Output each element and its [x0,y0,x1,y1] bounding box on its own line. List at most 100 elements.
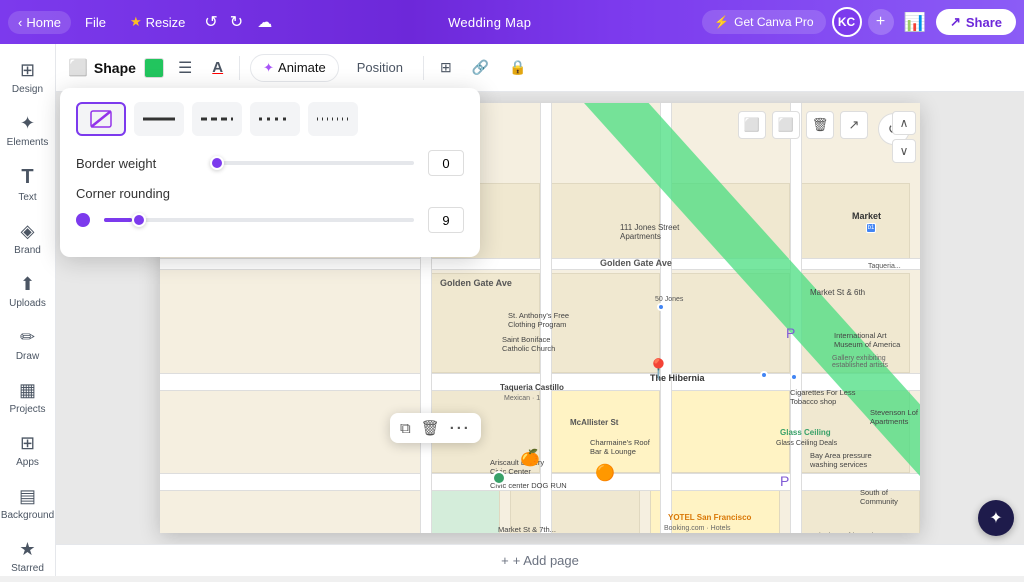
lock-icon-button[interactable]: 🔒 [503,55,532,80]
sidebar-item-apps[interactable]: ⊞ Apps [4,425,52,476]
sidebar-item-elements[interactable]: ✦ Elements [4,105,52,156]
elements-icon: ✦ [20,113,35,134]
sidebar-item-projects[interactable]: ▦ Projects [4,372,52,423]
map-label-market: Market [852,211,881,221]
map-label: Taqueria... [868,263,901,270]
scroll-down-button[interactable]: ∨ [892,139,916,163]
chevron-left-icon: ‹ [18,15,22,30]
border-style-none[interactable] [76,102,126,136]
border-style-solid[interactable] [134,102,184,136]
scroll-handle-button[interactable]: ✦ [978,500,1014,536]
sidebar-item-design[interactable]: ⊞ Design [4,52,52,103]
left-sidebar: ⊞ Design ✦ Elements T Text ◈ Brand ⬆ Upl… [0,44,56,576]
position-button[interactable]: Position [347,55,413,80]
map-label: Booking.com · Hotels [664,525,731,532]
map-label: Stevenson LofApartments [870,408,918,426]
link-icon-button[interactable]: 🔗 [466,55,495,80]
map-pin-orange: 🍊 [520,448,540,468]
map-label: Glass Ceiling [780,428,831,437]
sidebar-item-label: Text [18,192,36,203]
resize-button[interactable]: ★ Resize [120,10,195,34]
sidebar-item-label: Draw [16,351,39,362]
map-ctrl-3[interactable]: 🗑 [806,111,834,139]
map-label: Alaska RefrigerationAir Conditioning [814,531,882,533]
border-weight-thumb[interactable] [210,156,224,170]
scroll-controls: ∧ ∨ [892,111,916,163]
grid-icon-button[interactable]: ⊞ [434,55,458,80]
get-canva-button[interactable]: ⚡ Get Canva Pro [702,10,825,34]
corner-rounding-thumb[interactable] [132,213,146,227]
fill-color-swatch[interactable] [144,58,164,78]
draw-icon: ✏ [20,327,35,348]
duplicate-icon[interactable]: ⧉ [400,420,411,437]
undo-button[interactable]: ↺ [199,8,222,36]
sidebar-item-background[interactable]: ▤ Background [4,478,52,529]
add-collaborator-button[interactable]: + [868,9,894,35]
nav-right-group: ⚡ Get Canva Pro KC + 📊 ↗ Share [702,7,1016,37]
border-style-dotted2[interactable] [308,102,358,136]
map-block [550,383,660,473]
map-label: International ArtMuseum of America [834,331,900,349]
redo-button[interactable]: ↻ [225,8,248,36]
lines-icon-button[interactable]: ☰ [172,54,198,82]
map-ctrl-4[interactable]: ↗ [840,111,868,139]
sidebar-item-starred[interactable]: ★ Starred [4,531,52,582]
delete-icon[interactable]: 🗑 [421,419,440,437]
map-label: Charmaine's RoofBar & Lounge [590,438,650,456]
add-page-bar[interactable]: + + Add page [56,544,1024,576]
brand-icon: ◈ [21,221,35,242]
animate-button[interactable]: ✦ Animate [250,54,339,82]
corner-rounding-track[interactable] [104,218,414,222]
dashed-line-icon [201,117,233,121]
starred-icon: ★ [19,539,35,560]
sidebar-item-label: Design [12,84,43,95]
map-label: Mexican · 1 [504,395,540,402]
secondary-toolbar: ⬜ Shape ☰ A ✦ Animate Position ⊞ 🔗 🔒 [56,44,1024,92]
sidebar-item-label: Apps [16,457,39,468]
map-pin-purple: P [780,473,789,489]
background-icon: ▤ [19,486,36,507]
map-label: Gallery exhibiting established artists [832,355,920,369]
sidebar-item-draw[interactable]: ✏ Draw [4,319,52,370]
position-label: Position [357,60,403,75]
document-title: Wedding Map [448,15,531,30]
border-weight-row: Border weight 0 [76,150,464,176]
sidebar-item-label: Brand [14,245,41,256]
sidebar-item-text[interactable]: T Text [4,158,52,211]
more-options-icon[interactable]: ··· [450,420,471,437]
sidebar-item-uploads[interactable]: ⬆ Uploads [4,266,52,317]
map-ctrl-1[interactable]: ⬜ [738,111,766,139]
map-block [800,183,910,263]
home-label: Home [26,15,61,30]
home-button[interactable]: ‹ Home [8,11,71,34]
resize-label: Resize [146,15,186,30]
text-color-button[interactable]: A [206,55,229,80]
map-label-road: Golden Gate Ave [440,278,512,288]
map-label: Taqueria Castillo [500,383,564,392]
corner-rounding-value[interactable]: 9 [428,207,464,233]
cloud-button[interactable]: ☁ [252,9,277,35]
no-border-icon [89,109,113,129]
sparkle-icon: ✦ [263,60,274,76]
border-weight-track[interactable] [210,161,414,165]
corner-rounding-row: 9 [76,207,464,233]
lightning-icon: ⚡ [714,15,729,29]
border-style-dashed[interactable] [192,102,242,136]
map-ctrl-2[interactable]: ⬜ [772,111,800,139]
toolbar-divider2 [423,56,424,80]
border-weight-value[interactable]: 0 [428,150,464,176]
shape-label-group: ⬜ Shape [68,58,136,78]
map-label: Bay Area pressurewashing services [810,451,872,469]
sidebar-item-label: Starred [11,563,44,574]
corner-indicator [76,213,90,227]
map-pin-blue [790,373,798,381]
toolbar-divider [239,56,240,80]
scroll-up-button[interactable]: ∧ [892,111,916,135]
share-button[interactable]: ↗ Share [936,9,1016,35]
analytics-icon[interactable]: 📊 [900,8,930,37]
sidebar-item-brand[interactable]: ◈ Brand [4,213,52,264]
border-style-dotted[interactable] [250,102,300,136]
uploads-icon: ⬆ [20,274,35,295]
file-button[interactable]: File [75,11,116,34]
projects-icon: ▦ [19,380,36,401]
